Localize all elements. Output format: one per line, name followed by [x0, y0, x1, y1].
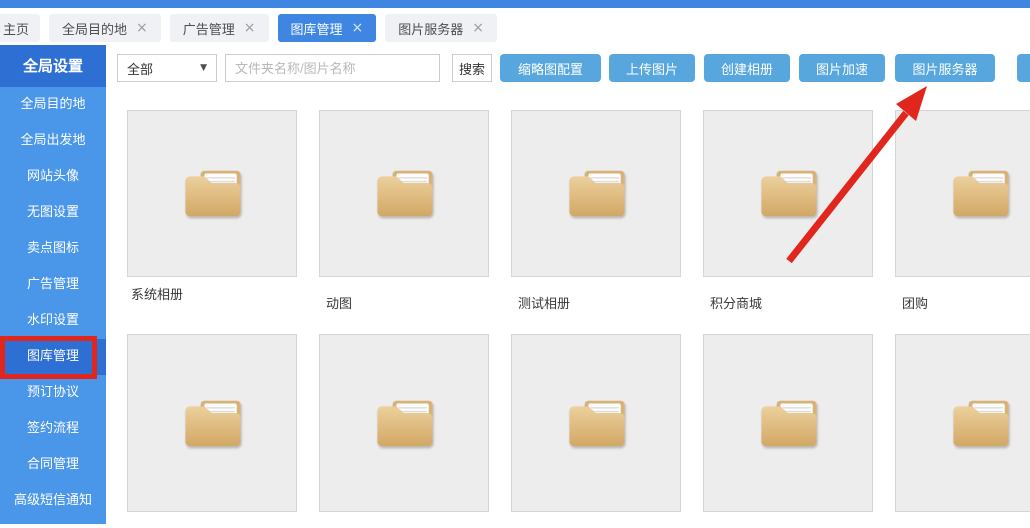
sidebar-item-selling-point-icons[interactable]: 卖点图标 [0, 231, 106, 267]
sidebar-item-ad-management[interactable]: 广告管理 [0, 267, 106, 303]
sidebar-item-advanced-sms-notice[interactable]: 高级短信通知 [0, 483, 106, 519]
album-cell [511, 334, 681, 528]
filter-dropdown[interactable]: 全部 ▼ [117, 54, 217, 82]
sidebar-item-no-image-settings[interactable]: 无图设置 [0, 195, 106, 231]
tab-image-server[interactable]: 图片服务器 × [385, 14, 497, 42]
action-button-partial[interactable] [1017, 54, 1030, 82]
folder-icon [942, 163, 1018, 224]
chevron-down-icon: ▼ [200, 63, 207, 73]
album-cell [319, 334, 489, 528]
tab-label: 主页 [3, 19, 29, 38]
folder-icon [174, 393, 250, 454]
album-name: 动图 [319, 293, 489, 312]
sidebar-item-signing-process[interactable]: 签约流程 [0, 411, 106, 447]
close-icon[interactable]: × [244, 21, 256, 35]
close-icon[interactable]: × [352, 21, 364, 35]
tab-home[interactable]: 主页 [0, 14, 40, 42]
folder-icon [942, 393, 1018, 454]
album-cell [127, 334, 297, 528]
sidebar-item-booking-agreement[interactable]: 预订协议 [0, 375, 106, 411]
sidebar-item-global-destination[interactable]: 全局目的地 [0, 87, 106, 123]
close-icon[interactable]: × [136, 21, 148, 35]
sidebar: 全局设置 全局目的地 全局出发地 网站头像 无图设置 卖点图标 广告管理 水印设… [0, 45, 106, 524]
album-name: 测试相册 [511, 293, 681, 312]
album-cell: 积分商城 [703, 110, 873, 312]
album-name: 积分商城 [703, 293, 873, 312]
tab-gallery-management-active[interactable]: 图库管理 × [278, 14, 377, 42]
tab-label: 图片服务器 [398, 19, 463, 38]
album-name: 系统相册 [127, 284, 297, 303]
folder-icon [558, 163, 634, 224]
search-input[interactable] [225, 54, 440, 82]
folder-icon [750, 163, 826, 224]
album-grid-row-2 [127, 334, 1030, 528]
album-folder-card[interactable] [127, 334, 297, 512]
album-cell: 动图 [319, 110, 489, 312]
folder-icon [174, 163, 250, 224]
upload-image-button[interactable]: 上传图片 [609, 54, 695, 82]
album-cell: 团购 [895, 110, 1030, 312]
search-button[interactable]: 搜索 [452, 54, 492, 82]
album-folder-card[interactable] [319, 110, 489, 277]
tab-label: 全局目的地 [62, 19, 127, 38]
close-icon[interactable]: × [472, 21, 484, 35]
top-accent-bar [0, 0, 1030, 8]
album-cell: 系统相册 [127, 110, 297, 312]
folder-icon [750, 393, 826, 454]
tab-label: 广告管理 [183, 19, 235, 38]
sidebar-item-gallery-management[interactable]: 图库管理 [0, 339, 106, 375]
image-server-button[interactable]: 图片服务器 [895, 54, 995, 82]
album-cell: 测试相册 [511, 110, 681, 312]
sidebar-item-site-avatar[interactable]: 网站头像 [0, 159, 106, 195]
sidebar-header-global-settings[interactable]: 全局设置 [0, 45, 106, 87]
tab-ad-management[interactable]: 广告管理 × [170, 14, 269, 42]
album-folder-card[interactable] [895, 110, 1030, 277]
tab-global-destination[interactable]: 全局目的地 × [49, 14, 161, 42]
album-folder-card[interactable] [511, 334, 681, 512]
album-cell [895, 334, 1030, 528]
album-folder-card[interactable] [319, 334, 489, 512]
folder-icon [366, 163, 442, 224]
image-gallery-admin-page: { "tabs": [ { "label": "主页", "active": f… [0, 0, 1030, 527]
create-album-button[interactable]: 创建相册 [704, 54, 790, 82]
sidebar-item-watermark-settings[interactable]: 水印设置 [0, 303, 106, 339]
thumbnail-config-button[interactable]: 缩略图配置 [500, 54, 601, 82]
album-cell [703, 334, 873, 528]
album-folder-card[interactable] [895, 334, 1030, 512]
album-folder-card[interactable] [703, 334, 873, 512]
image-acceleration-button[interactable]: 图片加速 [799, 54, 885, 82]
tab-label: 图库管理 [291, 19, 343, 38]
filter-dropdown-value: 全部 [127, 59, 153, 78]
sidebar-item-contract-management[interactable]: 合同管理 [0, 447, 106, 483]
album-grid-row-1: 系统相册 动图 测试相册 积分商城 团购 [127, 110, 1030, 312]
folder-icon [366, 393, 442, 454]
album-folder-card[interactable] [127, 110, 297, 277]
tab-bar: 主页 全局目的地 × 广告管理 × 图库管理 × 图片服务器 × [0, 8, 1030, 45]
album-name: 团购 [895, 293, 1030, 312]
album-folder-card[interactable] [703, 110, 873, 277]
sidebar-item-global-departure[interactable]: 全局出发地 [0, 123, 106, 159]
folder-icon [558, 393, 634, 454]
album-folder-card[interactable] [511, 110, 681, 277]
